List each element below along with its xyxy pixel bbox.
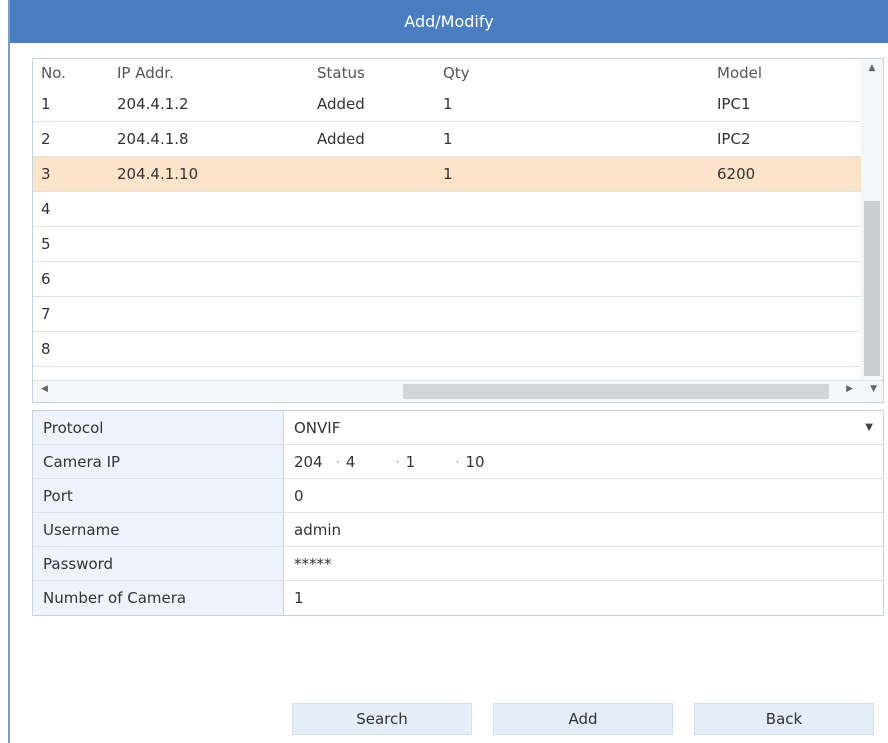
dialog-title: Add/Modify: [10, 0, 888, 43]
port-label: Port: [33, 479, 284, 512]
row-qty: 1: [443, 130, 453, 148]
scroll-down-icon[interactable]: ▼: [870, 384, 877, 394]
table-row-selected[interactable]: 3 204.4.1.10 1 6200: [33, 157, 861, 192]
password-row: Password *****: [33, 547, 883, 581]
add-button[interactable]: Add: [493, 703, 673, 735]
list-header: No. IP Addr. Status Qty Model: [33, 59, 883, 87]
table-row[interactable]: 4: [33, 192, 861, 227]
table-row[interactable]: 7: [33, 297, 861, 332]
add-modify-dialog: Add/Modify No. IP Addr. Status Qty Model…: [8, 0, 888, 743]
col-no[interactable]: No.: [41, 64, 66, 82]
ip-octet-4[interactable]: 10: [465, 453, 509, 471]
ip-dot: ·: [395, 454, 400, 469]
ip-octet-1[interactable]: 204: [294, 453, 330, 471]
row-qty: 1: [443, 95, 453, 113]
horizontal-scrollbar[interactable]: ◀ ▶ ▼: [33, 380, 883, 402]
table-row[interactable]: 8: [33, 332, 861, 367]
row-no: 6: [41, 270, 51, 288]
ip-octet-2[interactable]: 4: [346, 453, 390, 471]
row-qty: 1: [443, 165, 453, 183]
chevron-down-icon[interactable]: ▼: [865, 422, 873, 433]
col-ip[interactable]: IP Addr.: [117, 64, 174, 82]
username-label: Username: [33, 513, 284, 546]
camera-ip-row: Camera IP 204 · 4 · 1 · 10: [33, 445, 883, 479]
row-no: 4: [41, 200, 51, 218]
protocol-label: Protocol: [33, 411, 284, 444]
protocol-value: ONVIF: [294, 418, 341, 437]
row-status: Added: [317, 95, 365, 113]
protocol-row: Protocol ONVIF ▼: [33, 411, 883, 445]
col-qty[interactable]: Qty: [443, 64, 470, 82]
col-status[interactable]: Status: [317, 64, 365, 82]
row-model: IPC1: [717, 95, 751, 113]
camera-form: Protocol ONVIF ▼ Camera IP 204 · 4 · 1 ·…: [32, 410, 884, 616]
row-ip: 204.4.1.2: [117, 95, 189, 113]
username-field[interactable]: admin: [284, 513, 883, 546]
camera-ip-label: Camera IP: [33, 445, 284, 478]
table-row[interactable]: 1 204.4.1.2 Added 1 IPC1: [33, 87, 861, 122]
row-no: 7: [41, 305, 51, 323]
vertical-scroll-thumb[interactable]: [864, 201, 880, 376]
port-field[interactable]: 0: [284, 479, 883, 512]
row-ip: 204.4.1.8: [117, 130, 189, 148]
table-row[interactable]: 2 204.4.1.8 Added 1 IPC2: [33, 122, 861, 157]
back-button[interactable]: Back: [694, 703, 874, 735]
scroll-left-icon[interactable]: ◀: [41, 384, 48, 394]
horizontal-scroll-thumb[interactable]: [403, 384, 829, 399]
ip-dot: ·: [455, 454, 460, 469]
row-no: 5: [41, 235, 51, 253]
scroll-right-icon[interactable]: ▶: [846, 384, 853, 394]
scroll-up-icon[interactable]: ▲: [861, 63, 883, 73]
row-no: 2: [41, 130, 51, 148]
vertical-scrollbar[interactable]: ▲: [861, 59, 883, 382]
port-row: Port 0: [33, 479, 883, 513]
row-status: Added: [317, 130, 365, 148]
col-model[interactable]: Model: [717, 64, 762, 82]
num-cameras-row: Number of Camera 1: [33, 581, 883, 615]
num-cameras-field[interactable]: 1: [284, 581, 883, 615]
search-button[interactable]: Search: [292, 703, 472, 735]
row-model: IPC2: [717, 130, 751, 148]
device-list[interactable]: No. IP Addr. Status Qty Model 1 204.4.1.…: [32, 58, 884, 403]
username-row: Username admin: [33, 513, 883, 547]
row-model: 6200: [717, 165, 756, 183]
table-row[interactable]: 6: [33, 262, 861, 297]
table-row[interactable]: 5: [33, 227, 861, 262]
ip-dot: ·: [336, 454, 340, 469]
row-ip: 204.4.1.10: [117, 165, 199, 183]
row-no: 1: [41, 95, 51, 113]
password-field[interactable]: *****: [284, 547, 883, 580]
protocol-select[interactable]: ONVIF ▼: [284, 411, 883, 444]
password-label: Password: [33, 547, 284, 580]
num-cameras-label: Number of Camera: [33, 581, 284, 615]
row-no: 3: [41, 165, 51, 183]
ip-octet-3[interactable]: 1: [406, 453, 450, 471]
camera-ip-field[interactable]: 204 · 4 · 1 · 10: [284, 445, 883, 478]
row-no: 8: [41, 340, 51, 358]
